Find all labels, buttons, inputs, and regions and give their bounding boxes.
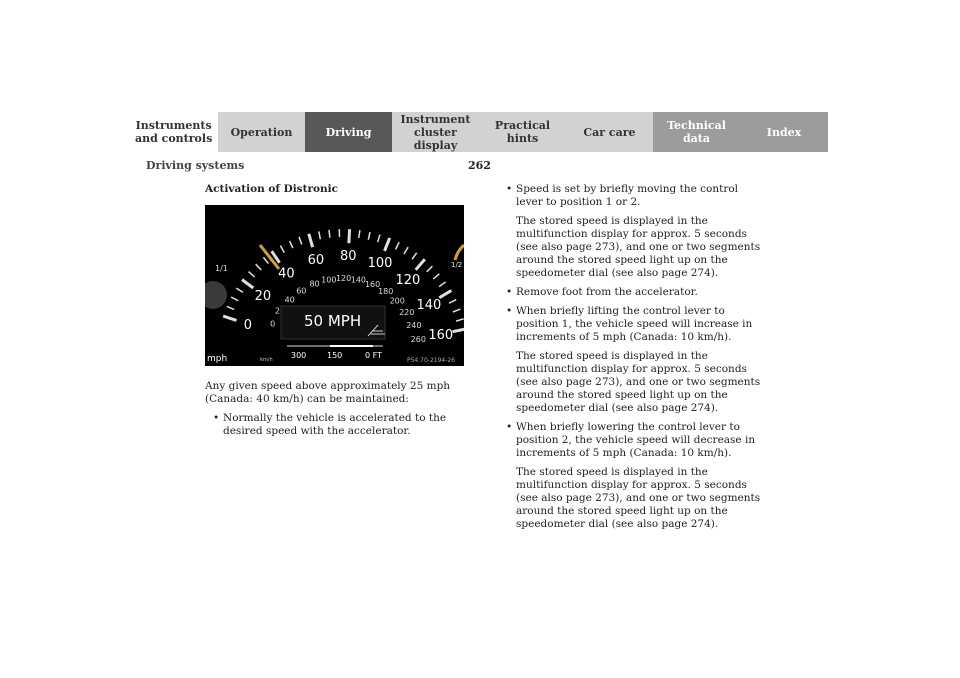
major-tick <box>452 327 464 334</box>
minor-tick <box>328 229 331 238</box>
minor-tick <box>452 308 461 313</box>
distance-label-300: 300 <box>291 351 306 360</box>
bullet-text: When briefly lifting the control lever t… <box>516 305 753 343</box>
minor-tick <box>367 231 371 240</box>
bullet-text: Normally the vehicle is accelerated to t… <box>223 412 447 437</box>
minor-tick <box>432 273 440 280</box>
tab-instrument-cluster-display[interactable]: Instrument cluster display <box>392 112 479 152</box>
mph-tick-label: 80 <box>340 249 357 264</box>
mph-tick-label: 60 <box>308 253 325 268</box>
minor-tick <box>411 252 418 260</box>
stored-speed-paragraph-3: The stored speed is displayed in the mul… <box>516 466 761 530</box>
major-tick <box>438 289 453 300</box>
section-title: Driving systems <box>146 159 245 172</box>
fuel-left-label: 1/1 <box>215 264 228 273</box>
mph-tick-label: 140 <box>417 298 442 313</box>
right-column: • Speed is set by briefly moving the con… <box>498 183 768 537</box>
bullet-set-speed: • Speed is set by briefly moving the con… <box>502 183 768 209</box>
major-tick <box>414 258 426 271</box>
kmh-tick-label: 260 <box>411 335 426 344</box>
bullet-marker: • <box>506 183 513 195</box>
minor-tick <box>376 234 381 243</box>
left-gauge-edge <box>205 281 227 309</box>
mph-tick-label: 20 <box>255 289 272 304</box>
left-column: Any given speed above approximately 25 m… <box>205 380 470 444</box>
major-tick <box>383 237 392 252</box>
bullet-text: Speed is set by briefly moving the contr… <box>516 183 739 208</box>
tab-car-care[interactable]: Car care <box>566 112 653 152</box>
bullet-increase-speed: • When briefly lifting the control lever… <box>502 305 768 344</box>
kmh-unit-label: km/h <box>260 357 273 363</box>
major-tick <box>307 233 315 248</box>
bullet-decrease-speed: • When briefly lowering the control leve… <box>502 421 768 460</box>
minor-tick <box>248 271 256 278</box>
fuel-right-label: 1/2 <box>451 261 462 269</box>
tab-technical-data[interactable]: Technical data <box>653 112 740 152</box>
kmh-tick-label: 40 <box>285 295 295 304</box>
intro-paragraph: Any given speed above approximately 25 m… <box>205 380 451 405</box>
minor-tick <box>230 296 239 302</box>
tab-instruments-and-controls[interactable]: Instruments and controls <box>131 112 218 152</box>
minor-tick <box>288 240 294 249</box>
kmh-tick-label: 140 <box>351 276 366 285</box>
minor-tick <box>235 287 244 293</box>
kmh-tick-label: 0 <box>270 320 275 329</box>
mph-tick-label: 120 <box>396 273 421 288</box>
figure-reference-code: P54.70-2194-26 <box>407 357 455 364</box>
minor-tick <box>394 241 400 250</box>
display-speed-text: 50 MPH <box>304 312 361 330</box>
tab-practical-hints[interactable]: Practical hints <box>479 112 566 152</box>
kmh-tick-label: 120 <box>336 274 351 283</box>
mph-unit-label: mph <box>207 354 227 364</box>
minor-tick <box>438 281 447 288</box>
kmh-tick-label: 80 <box>309 279 319 288</box>
bullet-marker: • <box>506 305 513 317</box>
bullet-accelerate: • Normally the vehicle is accelerated to… <box>209 412 470 438</box>
kmh-tick-label: 240 <box>406 321 421 330</box>
minor-tick <box>298 236 303 245</box>
speedometer-dial: 0204060 80 100120140160 020406080 100 120 140… <box>205 229 464 364</box>
kmh-tick-label: 200 <box>390 296 405 305</box>
minor-tick <box>426 265 433 273</box>
right-gauge-indicator <box>453 243 464 261</box>
tab-index[interactable]: Index <box>740 112 828 152</box>
distance-label-0ft: 0 FT <box>365 351 382 360</box>
minor-tick <box>403 246 409 255</box>
kmh-tick-label: 60 <box>296 286 306 295</box>
minor-tick <box>279 245 285 253</box>
speedometer-figure: 0 20 40 60 80 100 120 140 160 0 20 40 60 80 100 120 140… <box>205 205 464 366</box>
major-tick <box>241 278 255 290</box>
bullet-marker: • <box>213 412 220 424</box>
tab-driving[interactable]: Driving <box>305 112 392 152</box>
stored-speed-paragraph-1: The stored speed is displayed in the mul… <box>516 215 761 279</box>
bullet-marker: • <box>506 286 513 298</box>
kmh-tick-label: 220 <box>399 308 414 317</box>
bullet-remove-foot: • Remove foot from the accelerator. <box>502 286 768 299</box>
distance-label-150: 150 <box>327 351 342 360</box>
major-tick <box>347 229 352 244</box>
mph-tick-label: 40 <box>278 267 295 282</box>
mph-tick-label: 160 <box>428 328 453 343</box>
minor-tick <box>262 256 270 265</box>
mph-tick-label: 0 <box>244 318 252 333</box>
minor-tick <box>255 263 262 271</box>
bullet-text: When briefly lowering the control lever … <box>516 421 756 459</box>
bullet-marker: • <box>506 421 513 433</box>
stored-speed-paragraph-2: The stored speed is displayed in the mul… <box>516 350 761 414</box>
bullet-text: Remove foot from the accelerator. <box>516 286 698 298</box>
mph-tick-label: 100 <box>368 256 393 271</box>
minor-tick <box>318 231 322 240</box>
minor-tick <box>448 298 457 304</box>
major-tick <box>222 314 237 322</box>
kmh-tick-label: 180 <box>378 287 393 296</box>
minor-tick <box>455 318 464 322</box>
tab-operation[interactable]: Operation <box>218 112 305 152</box>
page-number: 262 <box>468 159 491 172</box>
kmh-tick-label: 100 <box>321 275 336 284</box>
minor-tick <box>226 305 235 311</box>
activation-heading: Activation of Distronic <box>205 183 338 195</box>
chapter-tabs: Instruments and controls Operation Drivi… <box>131 112 828 152</box>
minor-tick <box>358 230 361 239</box>
